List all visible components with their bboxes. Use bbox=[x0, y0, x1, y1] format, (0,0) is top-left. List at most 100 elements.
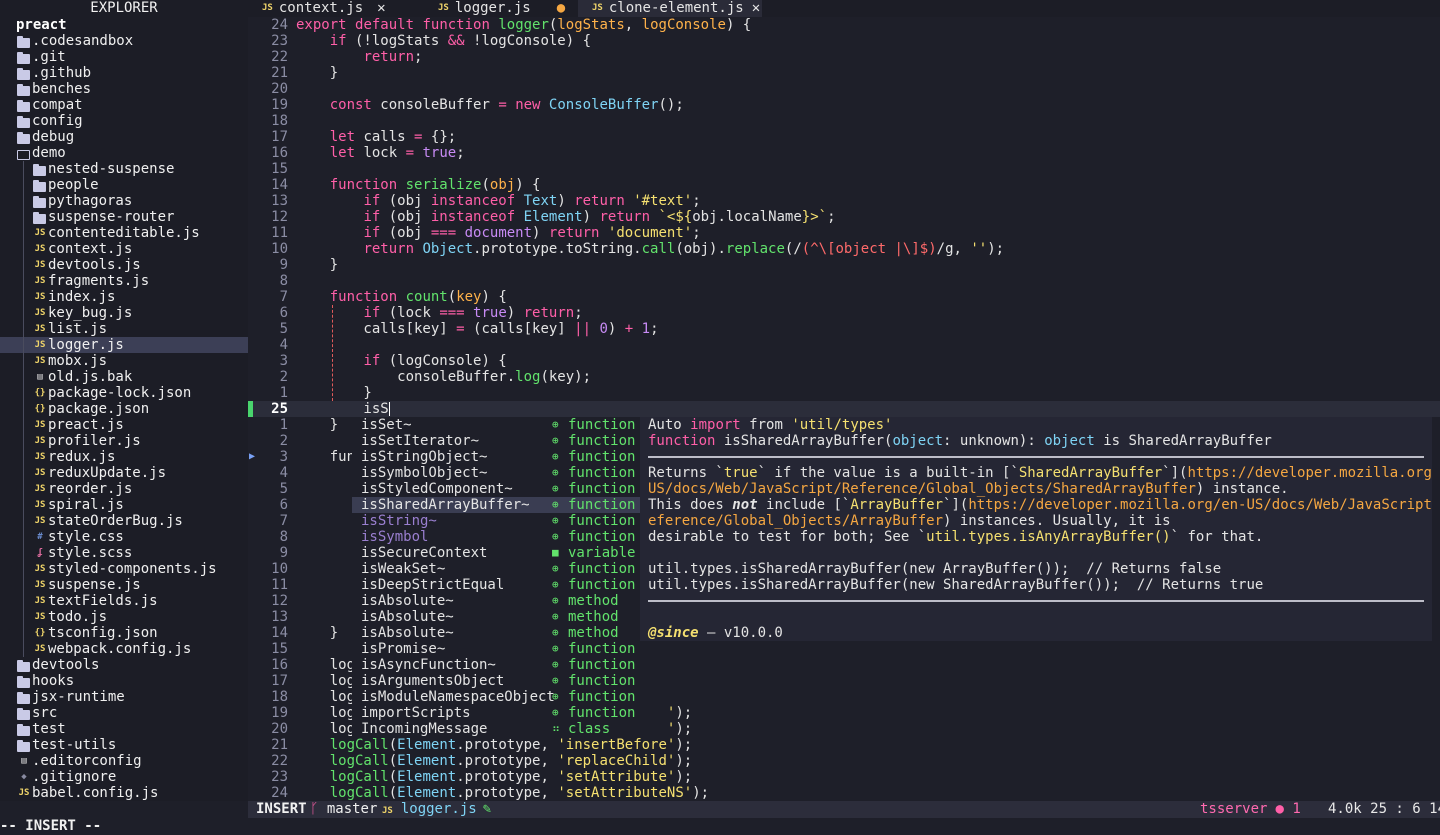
code-line[interactable]: 21 logCall(Element.prototype, 'insertBef… bbox=[248, 737, 1440, 753]
close-icon[interactable]: ✕ bbox=[752, 0, 760, 16]
tab-clone-element-js[interactable]: JS clone-element.js ✕ bbox=[578, 0, 762, 17]
code-line[interactable]: 10 return Object.prototype.toString.call… bbox=[248, 241, 1440, 257]
explorer-item[interactable]: JS profiler.js bbox=[0, 433, 248, 449]
code-line[interactable]: 19 const consoleBuffer = new ConsoleBuff… bbox=[248, 97, 1440, 113]
completion-item[interactable]: isPromise~ ⊕ function bbox=[352, 641, 640, 657]
explorer-item[interactable]: JS logger.js bbox=[0, 337, 248, 353]
explorer-item[interactable]: people bbox=[0, 177, 248, 193]
explorer-item[interactable]: JS key_bug.js bbox=[0, 305, 248, 321]
completion-item[interactable]: isWeakSet~ ⊕ function bbox=[352, 561, 640, 577]
explorer-item[interactable]: demo bbox=[0, 145, 248, 161]
explorer-item[interactable]: .git bbox=[0, 49, 248, 65]
explorer-item[interactable]: JS list.js bbox=[0, 321, 248, 337]
explorer-item[interactable]: devtools bbox=[0, 657, 248, 673]
completion-item[interactable]: isSymbolObject~ ⊕ function bbox=[352, 465, 640, 481]
explorer-item[interactable]: compat bbox=[0, 97, 248, 113]
explorer-item[interactable]: test bbox=[0, 721, 248, 737]
explorer-item[interactable]: JS suspense.js bbox=[0, 577, 248, 593]
completion-item[interactable]: isDeepStrictEqual ⊕ function bbox=[352, 577, 640, 593]
code-line[interactable]: 24 logCall(Element.prototype, 'setAttrib… bbox=[248, 785, 1440, 801]
explorer-item[interactable]: # style.css bbox=[0, 529, 248, 545]
code-line[interactable]: 22 return; bbox=[248, 49, 1440, 65]
explorer-item[interactable]: JS styled-components.js bbox=[0, 561, 248, 577]
code-line[interactable]: 15 bbox=[248, 161, 1440, 177]
explorer-item[interactable]: benches bbox=[0, 81, 248, 97]
completion-item[interactable]: isAsyncFunction~ ⊕ function bbox=[352, 657, 640, 673]
explorer-item[interactable]: jsx-runtime bbox=[0, 689, 248, 705]
explorer-item[interactable]: JS redux.js bbox=[0, 449, 248, 465]
code-line[interactable]: 17 let calls = {}; bbox=[248, 129, 1440, 145]
code-line[interactable]: 11 if (obj === document) return 'documen… bbox=[248, 225, 1440, 241]
explorer-item[interactable]: debug bbox=[0, 129, 248, 145]
explorer-item[interactable]: JS preact.js bbox=[0, 417, 248, 433]
completion-item[interactable]: isSharedArrayBuffer~ ⊕ function bbox=[352, 497, 640, 513]
explorer-item[interactable]: JS stateOrderBug.js bbox=[0, 513, 248, 529]
code-line[interactable]: 16 let lock = true; bbox=[248, 145, 1440, 161]
explorer-item[interactable]: pythagoras bbox=[0, 193, 248, 209]
explorer-item[interactable]: JS contenteditable.js bbox=[0, 225, 248, 241]
tab-context-js[interactable]: JS context.js ✕ bbox=[248, 0, 404, 17]
command-line[interactable]: -- INSERT -- bbox=[0, 818, 1440, 835]
explorer-item[interactable]: JS webpack.config.js bbox=[0, 641, 248, 657]
completion-item[interactable]: importScripts ⊕ function bbox=[352, 705, 640, 721]
code-line[interactable]: 5 calls[key] = (calls[key] || 0) + 1; bbox=[248, 321, 1440, 337]
explorer-item[interactable]: src bbox=[0, 705, 248, 721]
completion-item[interactable]: isSecureContext ■ variable bbox=[352, 545, 640, 561]
explorer-item[interactable]: JS spiral.js bbox=[0, 497, 248, 513]
explorer-item[interactable]: JS fragments.js bbox=[0, 273, 248, 289]
explorer-item[interactable]: nested-suspense bbox=[0, 161, 248, 177]
explorer-item[interactable]: ▤ old.js.bak bbox=[0, 369, 248, 385]
code-line[interactable]: 23 logCall(Element.prototype, 'setAttrib… bbox=[248, 769, 1440, 785]
doc-link[interactable]: US/docs/Web/JavaScript/Reference/Global_… bbox=[648, 481, 1196, 497]
explorer-item[interactable]: ◆ .gitignore bbox=[0, 769, 248, 785]
explorer-item[interactable]: hooks bbox=[0, 673, 248, 689]
explorer-item[interactable]: suspense-router bbox=[0, 209, 248, 225]
code-line[interactable]: 24 export default function logger(logStat… bbox=[248, 17, 1440, 33]
completion-item[interactable]: isSet~ ⊕ function bbox=[352, 417, 640, 433]
completion-item[interactable]: isStyledComponent~ ⊕ function bbox=[352, 481, 640, 497]
doc-link[interactable]: https://developer.mozilla.org/en-US/docs… bbox=[968, 497, 1432, 513]
explorer-item[interactable]: config bbox=[0, 113, 248, 129]
code-line[interactable]: 23 if (!logStats && !logConsole) { bbox=[248, 33, 1440, 49]
explorer-item[interactable]: JS textFields.js bbox=[0, 593, 248, 609]
modified-dot-icon[interactable]: ● bbox=[557, 0, 565, 16]
completion-item[interactable]: isAbsolute~ ⊕ method bbox=[352, 609, 640, 625]
explorer-item[interactable]: {} tsconfig.json bbox=[0, 625, 248, 641]
code-line[interactable]: 9 } bbox=[248, 257, 1440, 273]
explorer-item[interactable]: JS context.js bbox=[0, 241, 248, 257]
code-line[interactable]: 1 } bbox=[248, 385, 1440, 401]
explorer-item[interactable]: ʆ style.scss bbox=[0, 545, 248, 561]
code-line[interactable]: 3 if (logConsole) { bbox=[248, 353, 1440, 369]
completion-item[interactable]: isAbsolute~ ⊕ method bbox=[352, 593, 640, 609]
doc-link[interactable]: eference/Global_Objects/ArrayBuffer bbox=[648, 513, 943, 529]
completion-menu[interactable]: isSet~ ⊕ function isSetIterator~ ⊕ function is… bbox=[352, 417, 640, 737]
explorer-root[interactable]: preact bbox=[0, 17, 248, 33]
explorer-item[interactable]: .codesandbox bbox=[0, 33, 248, 49]
completion-item[interactable]: IncomingMessage ⠶ class bbox=[352, 721, 640, 737]
explorer-item[interactable]: {} package.json bbox=[0, 401, 248, 417]
code-line[interactable]: 13 if (obj instanceof Text) return '#tex… bbox=[248, 193, 1440, 209]
code-line[interactable]: 21 } bbox=[248, 65, 1440, 81]
code-line[interactable]: 2 consoleBuffer.log(key); bbox=[248, 369, 1440, 385]
tab-logger-js[interactable]: JS logger.js ● bbox=[424, 0, 574, 17]
code-line[interactable]: 20 bbox=[248, 81, 1440, 97]
explorer-item[interactable]: JS reorder.js bbox=[0, 481, 248, 497]
close-icon[interactable]: ✕ bbox=[377, 0, 385, 16]
explorer-item[interactable]: ▤ .editorconfig bbox=[0, 753, 248, 769]
explorer-item[interactable]: .github bbox=[0, 65, 248, 81]
completion-item[interactable]: isStringObject~ ⊕ function bbox=[352, 449, 640, 465]
completion-item[interactable]: isArgumentsObject ⊕ function bbox=[352, 673, 640, 689]
explorer-item[interactable]: JS reduxUpdate.js bbox=[0, 465, 248, 481]
code-line[interactable]: 12 if (obj instanceof Element) return `<… bbox=[248, 209, 1440, 225]
completion-item[interactable]: isAbsolute~ ⊕ method bbox=[352, 625, 640, 641]
code-line[interactable]: 4 bbox=[248, 337, 1440, 353]
explorer-item[interactable]: JS devtools.js bbox=[0, 257, 248, 273]
explorer-item[interactable]: JS mobx.js bbox=[0, 353, 248, 369]
code-line[interactable]: 6 if (lock === true) return; bbox=[248, 305, 1440, 321]
completion-item[interactable]: isString~ ⊕ function bbox=[352, 513, 640, 529]
explorer-item[interactable]: test-utils bbox=[0, 737, 248, 753]
explorer-item[interactable]: {} package-lock.json bbox=[0, 385, 248, 401]
completion-item[interactable]: isSetIterator~ ⊕ function bbox=[352, 433, 640, 449]
doc-link[interactable]: https://developer.mozilla.org/en- bbox=[1187, 465, 1432, 481]
code-line[interactable]: 18 bbox=[248, 113, 1440, 129]
